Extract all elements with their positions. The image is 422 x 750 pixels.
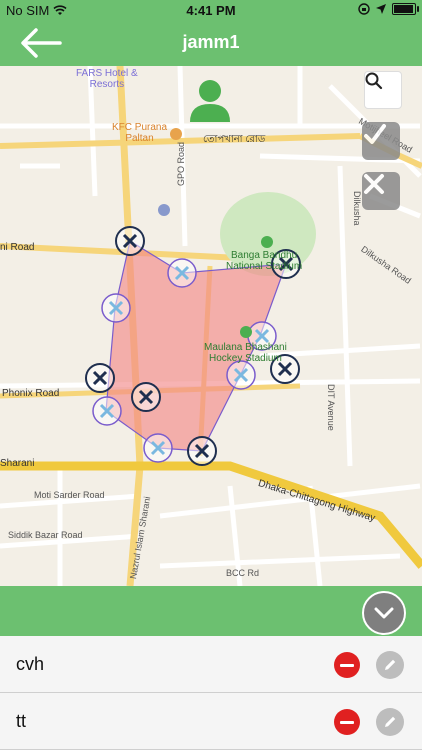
delete-button[interactable] [334,709,360,735]
bottom-toolbar [0,586,422,636]
nav-bar: jamm1 [0,20,422,66]
collapse-button[interactable] [362,591,406,635]
close-icon [364,174,384,194]
map-label-kfc: KFC Purana Paltan [112,122,168,144]
map-label-gpo: GPO Road [176,141,186,186]
confirm-button[interactable] [362,122,400,160]
battery-icon [392,3,419,15]
map-label-hockey: Maulana Bhashani Hockey Stadium [204,342,287,364]
status-right [358,3,419,15]
page-title: jamm1 [182,32,240,52]
location-icon [376,4,386,14]
list-item[interactable]: tt [0,693,422,750]
map-label-stadium: Banga Bandhu National Stadium [226,250,303,272]
status-bar: No SIM 4:41 PM [0,0,422,20]
edit-button[interactable] [376,651,404,679]
orientation-lock-icon [358,3,370,15]
map-label-siddik: Siddik Bazar Road [8,530,83,540]
map-label-moti-sarder: Moti Sarder Road [34,490,105,500]
poi-icon [261,236,273,248]
midpoint-marker[interactable] [101,293,131,323]
chevron-down-icon [374,607,394,619]
midpoint-marker[interactable] [226,360,256,390]
poi-icon [158,204,170,216]
search-button[interactable] [364,71,402,109]
map-label-topkhana: তোপখানা রোড [203,134,266,145]
vertex-marker[interactable] [187,436,217,466]
midpoint-marker[interactable] [92,396,122,426]
list-item-name: tt [16,711,27,731]
search-icon [365,72,383,90]
vertex-marker[interactable] [131,382,161,412]
map-label-phonix: Phonix Road [2,388,60,399]
midpoint-marker[interactable] [167,258,197,288]
poi-icon [170,128,182,140]
check-icon [364,124,386,144]
map-label-sharani: Sharani [0,458,35,469]
map-label-road-left: ni Road [0,242,35,253]
poi-icon [240,326,252,338]
map-label-dit: DIT Avenue [326,384,336,431]
map-view[interactable]: FARS Hotel & Resorts KFC Purana Paltan ত… [0,66,422,586]
map-label-bcc: BCC Rd [226,568,260,578]
midpoint-marker[interactable] [143,433,173,463]
map-label-dilkusha: Dilkusha [352,191,362,226]
geofence-list: cvh tt [0,636,422,750]
cancel-button[interactable] [362,172,400,210]
minus-icon [340,720,354,724]
vertex-marker[interactable] [115,226,145,256]
edit-button[interactable] [376,708,404,736]
list-item[interactable]: cvh [0,636,422,693]
pencil-icon [385,659,396,670]
map-label-hotel: FARS Hotel & Resorts [76,68,138,90]
delete-button[interactable] [334,652,360,678]
minus-icon [340,663,354,667]
pencil-icon [385,716,396,727]
user-location-icon [190,80,230,122]
list-item-name: cvh [16,654,45,674]
vertex-marker[interactable] [85,363,115,393]
